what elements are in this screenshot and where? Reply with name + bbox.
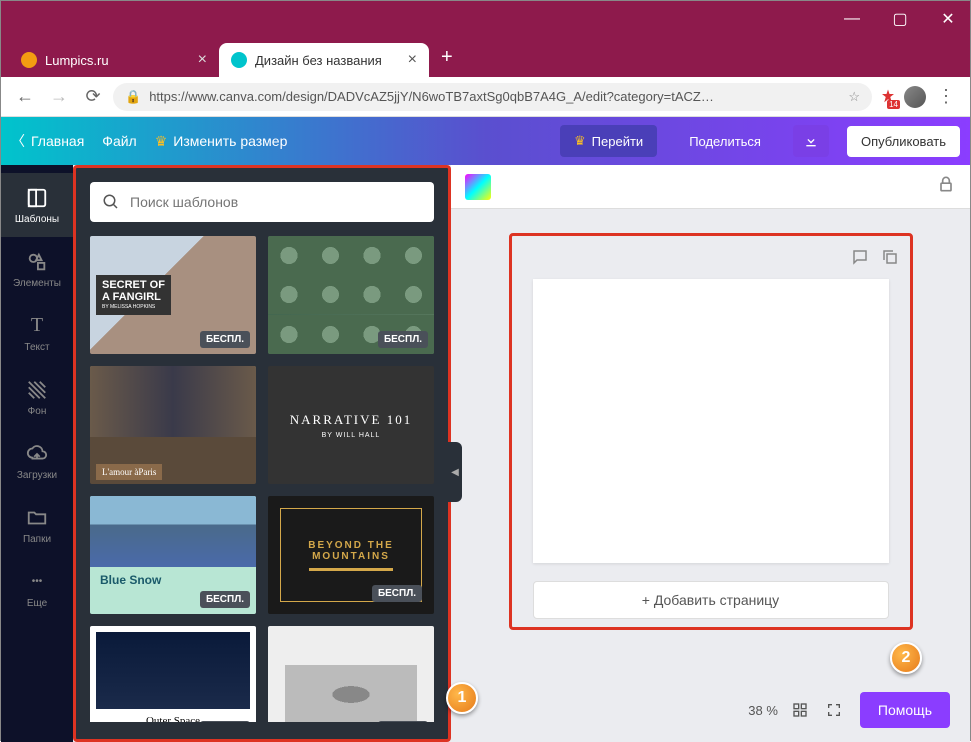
workspace: Шаблоны Элементы T Текст Фон Загрузки Па… (1, 165, 970, 742)
folder-icon (25, 506, 49, 530)
elements-icon (25, 250, 49, 274)
help-button[interactable]: Помощь (860, 692, 950, 728)
sidenav-text[interactable]: T Текст (1, 301, 73, 365)
search-input[interactable] (130, 194, 422, 210)
url-field[interactable]: 🔒 https://www.canva.com/design/DADVcAZ5j… (113, 83, 872, 111)
zoom-controls: 38 % Помощь (748, 692, 950, 728)
template-search[interactable] (90, 182, 434, 222)
template-item[interactable]: L'amour àParis (90, 366, 256, 484)
sidenav-more[interactable]: ••• Еще (1, 557, 73, 621)
grid-view-icon[interactable] (788, 698, 812, 722)
sidenav-uploads[interactable]: Загрузки (1, 429, 73, 493)
app-toolbar: 〈 Главная Файл ♛ Изменить размер ♛ Перей… (1, 117, 970, 165)
crown-icon: ♛ (574, 133, 586, 149)
extension-badge: 14 (887, 100, 900, 109)
back-button[interactable]: ← (11, 83, 39, 111)
new-tab-button[interactable]: + (429, 46, 465, 69)
window-minimize-button[interactable]: — (838, 5, 866, 33)
extension-icon[interactable]: 14 (878, 87, 898, 107)
browser-tab-active[interactable]: Дизайн без названия × (219, 43, 429, 77)
lock-icon[interactable] (936, 174, 956, 199)
window-titlebar: — ▢ ✕ (1, 1, 970, 37)
free-badge: БЕСПЛ. (200, 331, 250, 348)
lock-icon: 🔒 (125, 89, 141, 105)
template-item[interactable]: БЕСПЛ. (268, 626, 434, 722)
chevron-left-icon: 〈 (11, 131, 25, 151)
canvas-toolstrip (451, 165, 970, 209)
home-button[interactable]: 〈 Главная (11, 131, 84, 151)
download-button[interactable] (793, 125, 829, 157)
forward-button[interactable]: → (45, 83, 73, 111)
profile-avatar[interactable] (904, 86, 926, 108)
tab-label: Lumpics.ru (45, 53, 109, 68)
text-icon: T (25, 314, 49, 338)
annotation-marker-1: 1 (446, 682, 478, 714)
sidenav-background[interactable]: Фон (1, 365, 73, 429)
upgrade-button[interactable]: ♛ Перейти (560, 125, 657, 157)
free-badge: БЕСПЛ. (378, 331, 428, 348)
browser-tabstrip: Lumpics.ru × Дизайн без названия × + (1, 37, 970, 77)
add-page-button[interactable]: + Добавить страницу (533, 581, 889, 619)
template-grid: SECRET OFA FANGIRLBY MELISSA HOPKINS БЕС… (76, 236, 448, 722)
free-badge: БЕСПЛ. (200, 591, 250, 608)
template-item[interactable]: SECRET OFA FANGIRLBY MELISSA HOPKINS БЕС… (90, 236, 256, 354)
uploads-icon (25, 442, 49, 466)
canvas-page[interactable] (533, 279, 889, 563)
browser-address-bar: ← → ⟳ 🔒 https://www.canva.com/design/DAD… (1, 77, 970, 117)
reload-button[interactable]: ⟳ (79, 83, 107, 111)
resize-menu[interactable]: ♛ Изменить размер (155, 133, 288, 150)
free-badge: БЕСПЛ. (372, 585, 422, 602)
window-close-button[interactable]: ✕ (934, 5, 962, 33)
comment-icon[interactable] (851, 248, 869, 271)
template-item[interactable]: Outer Space БЕСПЛ. (90, 626, 256, 722)
annotation-marker-2: 2 (890, 642, 922, 674)
template-item[interactable]: БЕСПЛ. (268, 236, 434, 354)
tab-close-icon[interactable]: × (198, 51, 207, 69)
sidenav-folders[interactable]: Папки (1, 493, 73, 557)
window-maximize-button[interactable]: ▢ (886, 5, 914, 33)
templates-panel: SECRET OFA FANGIRLBY MELISSA HOPKINS БЕС… (73, 165, 451, 742)
search-icon (102, 193, 120, 211)
download-icon (803, 133, 819, 149)
color-picker-button[interactable] (465, 174, 491, 200)
file-menu[interactable]: Файл (102, 133, 136, 149)
menu-button[interactable]: ⋮ (932, 83, 960, 111)
crown-icon: ♛ (155, 133, 168, 150)
star-icon[interactable]: ☆ (848, 89, 860, 105)
templates-icon (25, 186, 49, 210)
url-text: https://www.canva.com/design/DADVcAZ5jjY… (149, 89, 840, 104)
canvas-highlight: + Добавить страницу (509, 233, 913, 630)
duplicate-icon[interactable] (881, 248, 899, 271)
tab-close-icon[interactable]: × (408, 51, 417, 69)
share-button[interactable]: Поделиться (675, 126, 775, 157)
sidenav-templates[interactable]: Шаблоны (1, 173, 73, 237)
free-badge: БЕСПЛ. (378, 721, 428, 722)
template-item[interactable]: NARRATIVE 101 BY WILL HALL (268, 366, 434, 484)
template-item[interactable]: BEYOND THE MOUNTAINS БЕСПЛ. (268, 496, 434, 614)
publish-button[interactable]: Опубликовать (847, 126, 960, 157)
browser-tab-inactive[interactable]: Lumpics.ru × (9, 43, 219, 77)
free-badge: БЕСПЛ. (200, 721, 250, 722)
side-nav: Шаблоны Элементы T Текст Фон Загрузки Па… (1, 165, 73, 742)
fullscreen-icon[interactable] (822, 698, 846, 722)
tab-label: Дизайн без названия (255, 53, 382, 68)
favicon-icon (231, 52, 247, 68)
more-icon: ••• (25, 570, 49, 594)
zoom-value[interactable]: 38 % (748, 703, 778, 718)
favicon-icon (21, 52, 37, 68)
sidenav-elements[interactable]: Элементы (1, 237, 73, 301)
background-icon (25, 378, 49, 402)
template-item[interactable]: Blue Snow БЕСПЛ. (90, 496, 256, 614)
